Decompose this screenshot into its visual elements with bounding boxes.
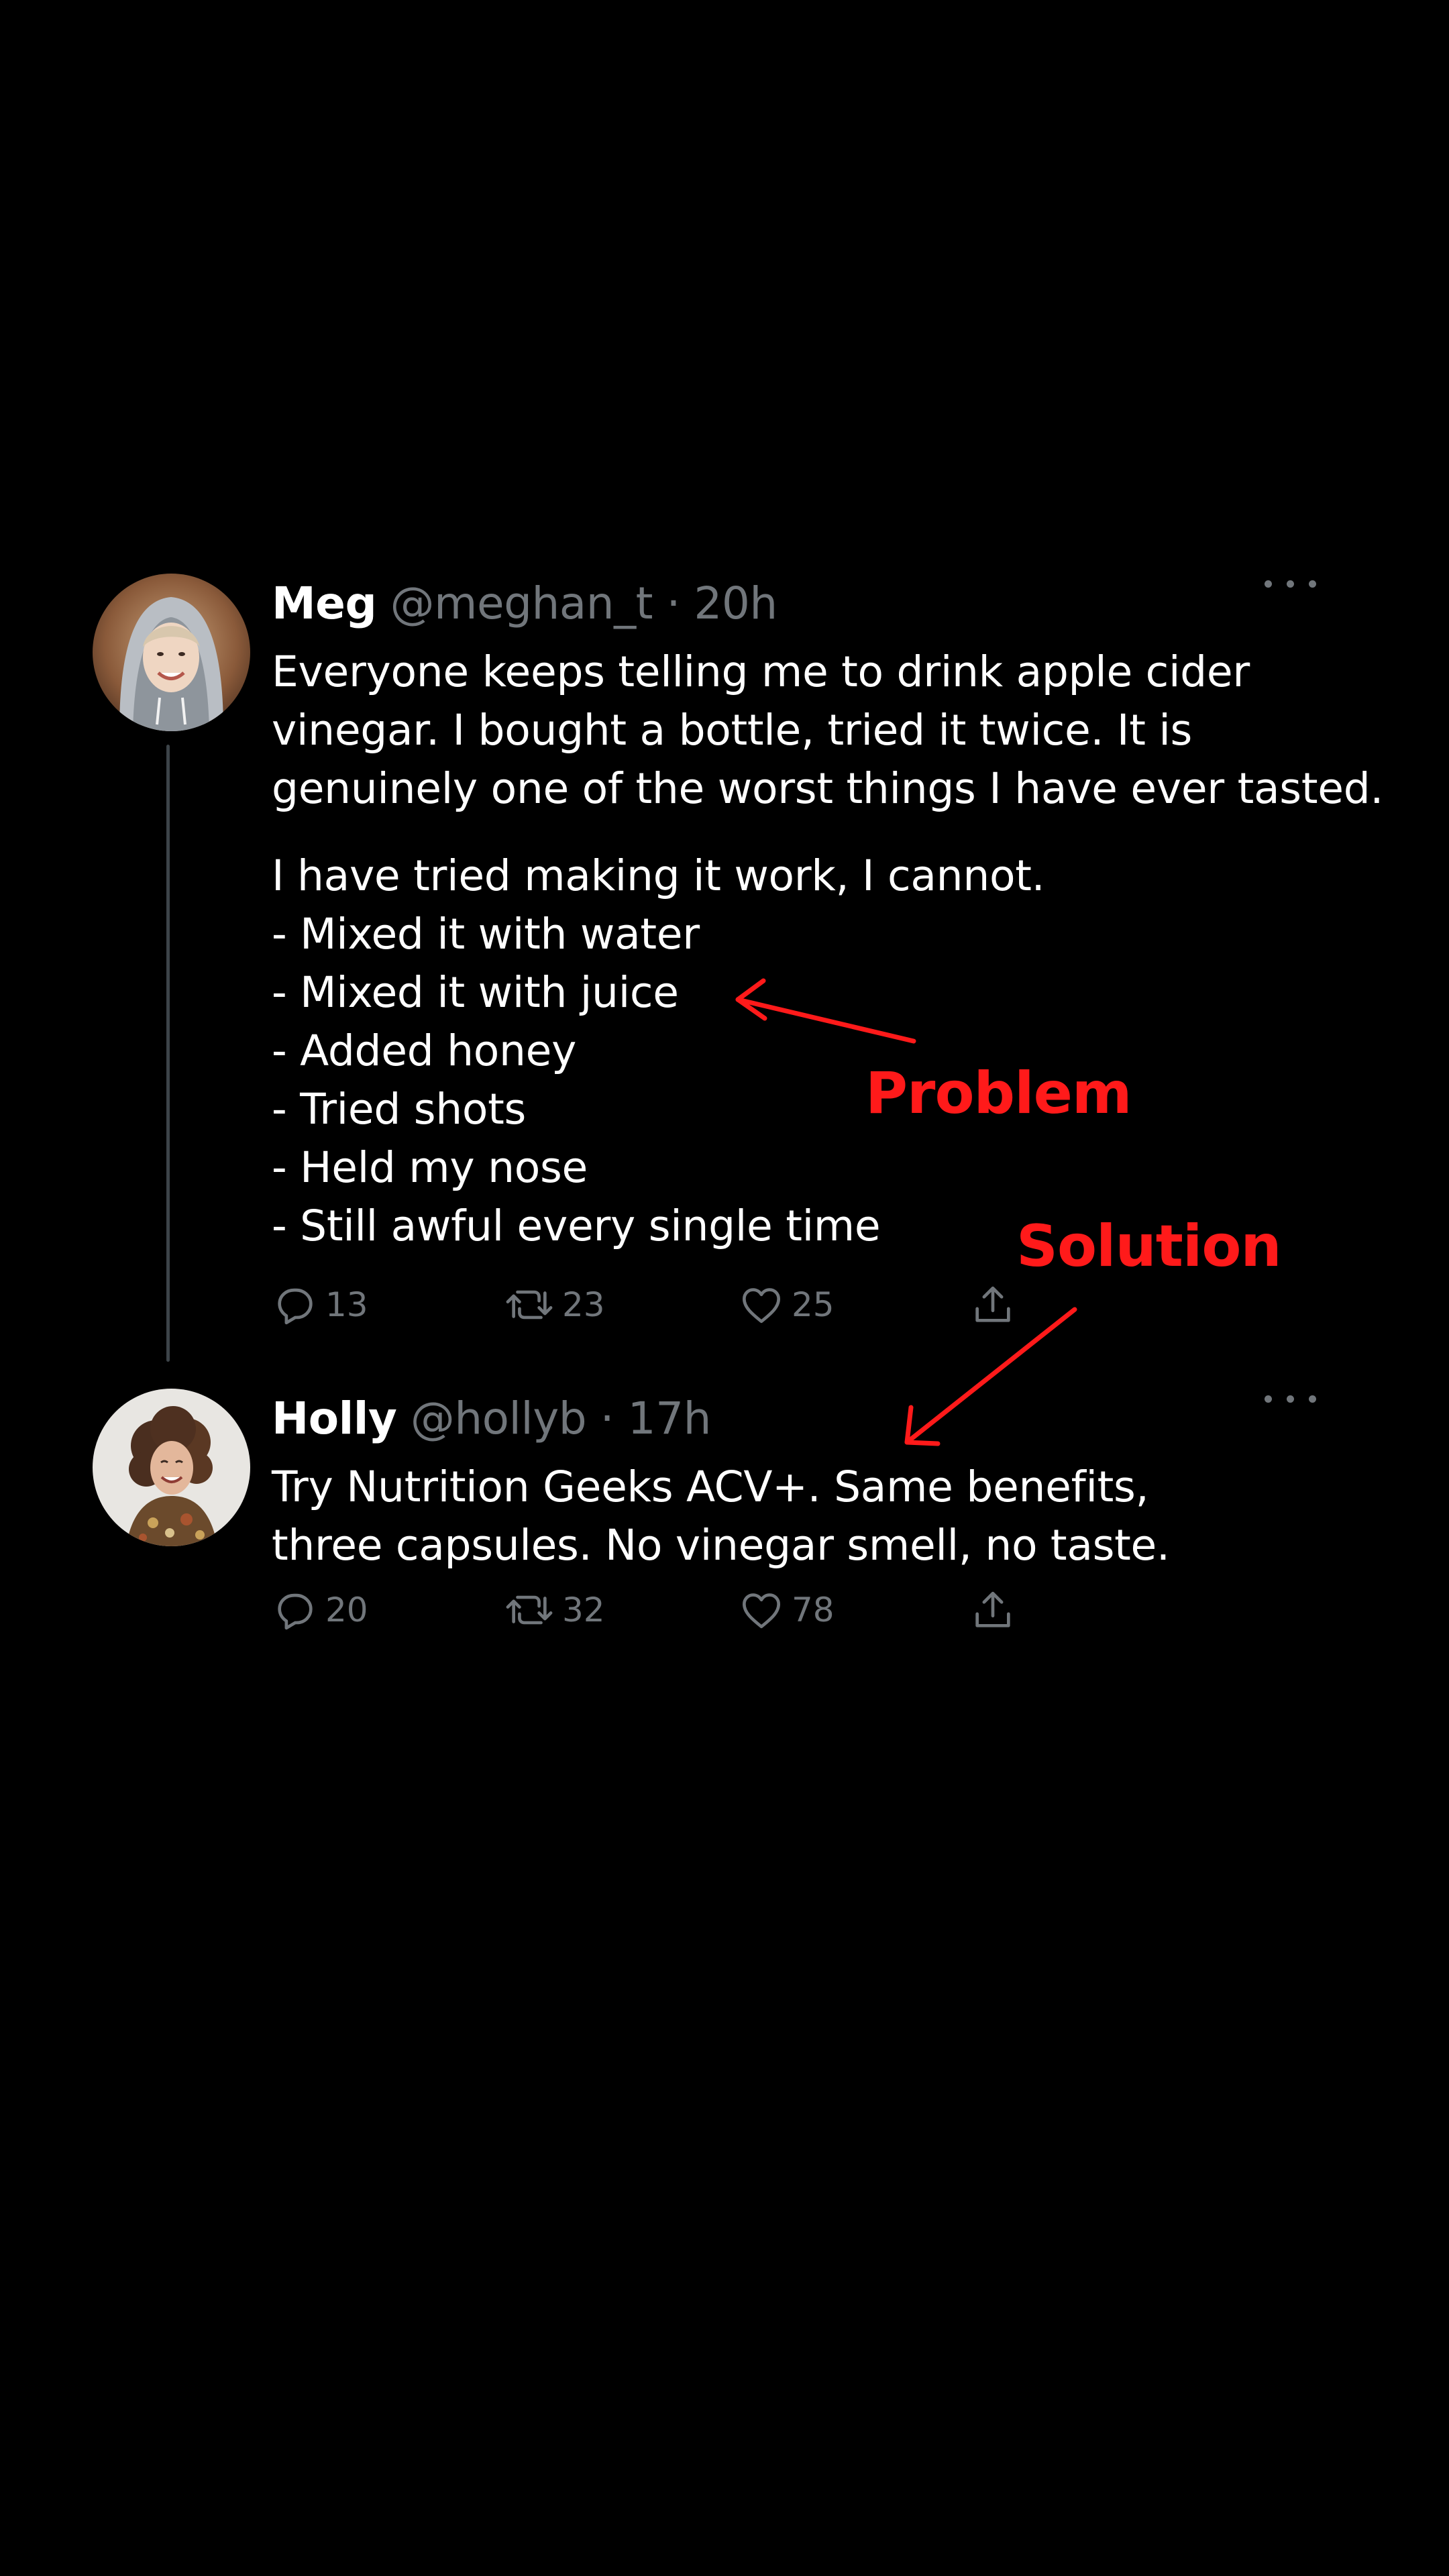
problem-arrowhead — [735, 978, 767, 1021]
annotation-arrows — [735, 978, 1077, 1446]
annotation-problem: Problem — [865, 1060, 1132, 1127]
annotation-solution: Solution — [1016, 1213, 1282, 1280]
solution-arrow — [904, 1307, 1077, 1445]
